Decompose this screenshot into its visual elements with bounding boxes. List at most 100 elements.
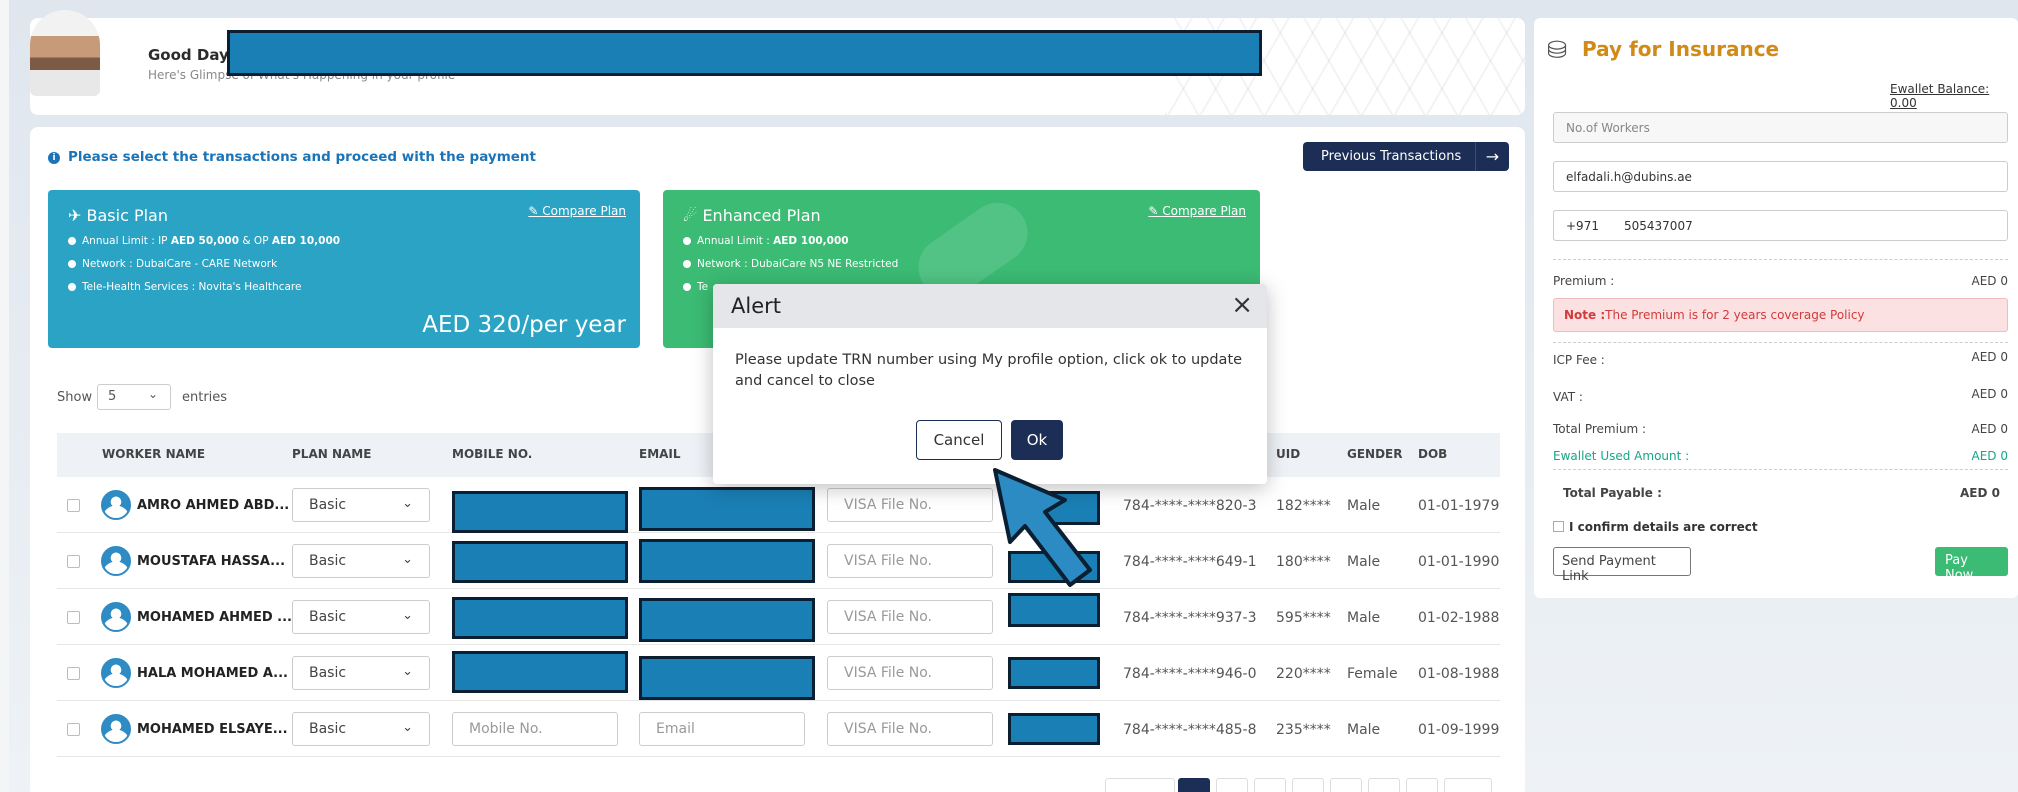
chevron-down-icon: ⌄ [147, 387, 158, 401]
mobile-input[interactable]: Mobile No. [452, 712, 618, 746]
email-input[interactable]: Email [639, 712, 805, 746]
worker-avatar-icon [101, 714, 131, 744]
total-premium-value: AED 0 [1971, 422, 2008, 436]
redacted-mobile [452, 651, 628, 693]
plan-feature: Network : DubaiCare - CARE Network [68, 258, 277, 270]
plan-select[interactable]: Basic ⌄ [292, 656, 430, 690]
close-icon[interactable]: × [1231, 290, 1253, 320]
plan-price: AED 320/per year [422, 312, 626, 338]
chevron-down-icon: ⌄ [402, 664, 413, 679]
worker-name: MOHAMED AHMED ... [137, 610, 292, 625]
col-worker-name[interactable]: WORKER NAME [102, 447, 205, 461]
redacted-email [639, 598, 815, 642]
check-icon [683, 283, 691, 291]
page-size-select[interactable]: 5 ⌄ [97, 384, 171, 410]
gender-value: Male [1347, 610, 1381, 626]
col-dob[interactable]: DOB [1418, 447, 1447, 461]
pagination-page[interactable] [1368, 778, 1400, 792]
uid-value: 595**** [1276, 610, 1331, 626]
pagination-next[interactable] [1444, 778, 1492, 792]
pagination-page-active[interactable] [1178, 778, 1210, 792]
chevron-down-icon: ⌄ [402, 608, 413, 623]
chevron-down-icon: ⌄ [402, 496, 413, 511]
plan-select[interactable]: Basic ⌄ [292, 712, 430, 746]
col-email[interactable]: EMAIL [639, 447, 681, 461]
icp-fee-label: ICP Fee : [1553, 353, 1605, 367]
divider [1553, 469, 2008, 470]
visa-file-input[interactable]: VISA File No. [827, 544, 993, 578]
basic-plan-card[interactable]: ✈ Basic Plan ✎ Compare Plan Annual Limit… [48, 190, 640, 348]
visa-file-input[interactable]: VISA File No. [827, 656, 993, 690]
visa-file-input[interactable]: VISA File No. [827, 488, 993, 522]
pagination-page[interactable] [1292, 778, 1324, 792]
pencil-icon: ✎ [528, 204, 543, 218]
emirates-id: 784-****-****820-3 [1123, 498, 1257, 514]
col-mobile[interactable]: MOBILE NO. [452, 447, 532, 461]
pagination-prev[interactable] [1105, 778, 1175, 792]
check-icon [68, 260, 76, 268]
confirm-checkbox[interactable]: I confirm details are correct [1553, 520, 1758, 534]
arrow-right-icon: → [1475, 142, 1509, 171]
redacted-field [1008, 657, 1100, 689]
send-payment-link-button[interactable]: Send Payment Link [1553, 547, 1691, 584]
row-checkbox[interactable] [67, 611, 80, 624]
chevron-down-icon: ⌄ [402, 720, 413, 735]
redacted-mobile [452, 491, 628, 533]
worker-name: HALA MOHAMED A... [137, 666, 288, 681]
plan-select[interactable]: Basic ⌄ [292, 600, 430, 634]
worker-name: MOHAMED ELSAYE... [137, 722, 288, 737]
uid-value: 182**** [1276, 498, 1331, 514]
compare-plan-link[interactable]: ✎ Compare Plan [1148, 204, 1246, 218]
gender-value: Male [1347, 554, 1381, 570]
plan-feature: Annual Limit : IP AED 50,000 & OP AED 10… [68, 235, 340, 247]
uid-value: 180**** [1276, 554, 1331, 570]
row-checkbox[interactable] [67, 555, 80, 568]
redacted-mobile [452, 541, 628, 583]
info-icon: i [48, 152, 60, 164]
col-plan-name[interactable]: PLAN NAME [292, 447, 371, 461]
coins-icon: ⛁ [1547, 36, 1568, 64]
dialog-header [713, 284, 1267, 328]
phone-field[interactable]: 505437007 [1553, 210, 2008, 241]
vat-label: VAT : [1553, 390, 1583, 404]
dialog-title: Alert [731, 294, 781, 318]
worker-avatar-icon [101, 658, 131, 688]
pagination-page[interactable] [1406, 778, 1438, 792]
check-icon [68, 283, 76, 291]
cancel-button[interactable]: Cancel [916, 420, 1002, 460]
premium-note: Note :The Premium is for 2 years coverag… [1553, 298, 2008, 332]
vat-value: AED 0 [1971, 387, 2008, 401]
dialog-message: Please update TRN number using My profil… [735, 352, 1243, 389]
visa-file-input[interactable]: VISA File No. [827, 712, 993, 746]
pagination-page[interactable] [1254, 778, 1286, 792]
row-checkbox[interactable] [67, 499, 80, 512]
country-code[interactable]: +971 [1553, 210, 1603, 241]
compare-plan-link[interactable]: ✎ Compare Plan [528, 204, 626, 218]
ewallet-balance-link[interactable]: Ewallet Balance: 0.00 [1890, 82, 2018, 110]
ok-button[interactable]: Ok [1011, 420, 1063, 460]
premium-value: AED 0 [1971, 274, 2008, 288]
dob-value: 01-02-1988 [1418, 610, 1500, 626]
divider [1553, 342, 2008, 343]
plan-feature: Annual Limit : AED 100,000 [683, 235, 849, 247]
worker-name: AMRO AHMED ABD... [137, 498, 290, 513]
visa-file-input[interactable]: VISA File No. [827, 600, 993, 634]
previous-transactions-button[interactable]: Previous Transactions → [1303, 142, 1509, 171]
row-checkbox[interactable] [67, 723, 80, 736]
plan-feature: Te [683, 281, 708, 293]
pay-now-button[interactable]: Pay Now [1935, 547, 2008, 583]
redacted-email [639, 487, 815, 531]
plan-select[interactable]: Basic ⌄ [292, 488, 430, 522]
redacted-email [639, 539, 815, 583]
pagination-page[interactable] [1216, 778, 1248, 792]
dob-value: 01-01-1990 [1418, 554, 1500, 570]
col-gender[interactable]: GENDER [1347, 447, 1403, 461]
plan-select[interactable]: Basic ⌄ [292, 544, 430, 578]
pagination-page[interactable] [1330, 778, 1362, 792]
row-checkbox[interactable] [67, 667, 80, 680]
col-uid[interactable]: UID [1276, 447, 1300, 461]
workers-count-input[interactable]: No.of Workers [1553, 112, 2008, 143]
email-field[interactable]: elfadali.h@dubins.ae [1553, 161, 2008, 192]
selection-notice: i Please select the transactions and proc… [48, 149, 536, 165]
plan-title: ☄ Enhanced Plan [683, 206, 821, 225]
